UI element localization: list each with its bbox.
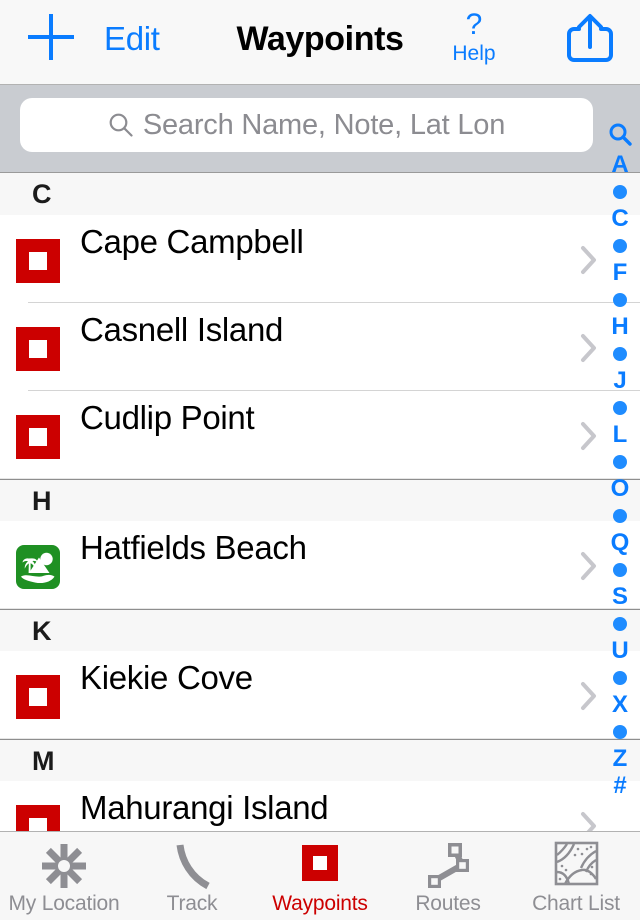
index-dot[interactable] xyxy=(603,232,637,259)
tab-chart-list[interactable]: Chart List xyxy=(512,832,640,920)
asterisk-location-icon xyxy=(39,841,89,891)
search-icon xyxy=(609,123,632,146)
list-item[interactable]: Kiekie Cove xyxy=(0,651,640,739)
chevron-right-icon xyxy=(581,682,596,710)
index-letter-x[interactable]: X xyxy=(603,691,637,718)
red-square-waypoint-icon xyxy=(295,841,345,891)
section-header-label: K xyxy=(32,616,52,646)
tab-label: Track xyxy=(166,892,218,915)
list-item-label: Kiekie Cove xyxy=(80,659,253,696)
index-search-icon[interactable] xyxy=(603,119,637,149)
index-letter-c[interactable]: C xyxy=(603,205,637,232)
search-icon xyxy=(109,113,133,137)
island-glyph-icon xyxy=(21,552,55,584)
tab-waypoints[interactable]: Waypoints xyxy=(256,832,384,920)
search-bar: Search Name, Note, Lat Lon xyxy=(0,85,640,173)
chevron-right-icon xyxy=(581,246,596,274)
index-letter-h[interactable]: H xyxy=(603,313,637,340)
section-header-h: H xyxy=(0,479,640,521)
index-dot[interactable] xyxy=(603,664,637,691)
section-header-m: M xyxy=(0,739,640,781)
section-index-bar[interactable]: A C F H J L O Q S U X Z # xyxy=(600,85,640,831)
red-square-waypoint-icon xyxy=(16,415,60,459)
waypoints-screen: Edit Waypoints ? Help Search Name, Note,… xyxy=(0,0,640,920)
tab-label: My Location xyxy=(8,892,120,915)
tab-label: Waypoints xyxy=(272,892,368,915)
route-nodes-icon xyxy=(423,841,473,891)
red-square-waypoint-icon xyxy=(16,805,60,831)
chevron-right-icon xyxy=(581,552,596,580)
index-dot[interactable] xyxy=(603,502,637,529)
track-curve-icon xyxy=(167,841,217,891)
chevron-right-icon xyxy=(581,422,596,450)
share-icon xyxy=(567,14,613,62)
index-letter-f[interactable]: F xyxy=(603,259,637,286)
section-header-label: H xyxy=(32,486,52,516)
list-item-label: Cudlip Point xyxy=(80,399,255,436)
index-dot[interactable] xyxy=(603,178,637,205)
share-button[interactable] xyxy=(566,12,614,64)
index-symbol-hash[interactable]: # xyxy=(603,772,637,799)
index-dot[interactable] xyxy=(603,610,637,637)
tab-track[interactable]: Track xyxy=(128,832,256,920)
green-island-waypoint-icon xyxy=(16,545,60,589)
index-letter-u[interactable]: U xyxy=(603,637,637,664)
tab-label: Routes xyxy=(415,892,481,915)
search-placeholder-text: Search Name, Note, Lat Lon xyxy=(142,108,506,141)
index-letter-l[interactable]: L xyxy=(603,421,637,448)
index-dot[interactable] xyxy=(603,340,637,367)
waypoints-list[interactable]: C Cape Campbell Casnell Island Cudlip Po… xyxy=(0,173,640,831)
list-item-label: Casnell Island xyxy=(80,311,284,348)
search-input[interactable]: Search Name, Note, Lat Lon xyxy=(20,98,593,152)
index-letter-j[interactable]: J xyxy=(603,367,637,394)
section-header-k: K xyxy=(0,609,640,651)
chart-map-icon xyxy=(551,841,601,891)
section-header-label: C xyxy=(32,179,52,209)
list-item[interactable]: Cape Campbell xyxy=(0,215,640,303)
list-item[interactable]: Cudlip Point xyxy=(0,391,640,479)
tab-routes[interactable]: Routes xyxy=(384,832,512,920)
index-letter-o[interactable]: O xyxy=(603,475,637,502)
chevron-right-icon xyxy=(581,334,596,362)
tab-bar: My Location Track Waypoints Routes Chart… xyxy=(0,831,640,920)
list-item[interactable]: Mahurangi Island xyxy=(0,781,640,831)
list-item-label: Cape Campbell xyxy=(80,223,304,260)
index-letter-s[interactable]: S xyxy=(603,583,637,610)
question-mark-icon: ? xyxy=(465,8,483,41)
index-dot[interactable] xyxy=(603,448,637,475)
section-header-c: C xyxy=(0,173,640,215)
tab-label: Chart List xyxy=(532,892,620,915)
list-item-label: Mahurangi Island xyxy=(80,789,329,826)
help-button[interactable]: ? Help xyxy=(448,10,500,66)
tab-my-location[interactable]: My Location xyxy=(0,832,128,920)
section-header-label: M xyxy=(32,746,55,776)
red-square-waypoint-icon xyxy=(16,327,60,371)
index-letter-a[interactable]: A xyxy=(603,151,637,178)
index-dot[interactable] xyxy=(603,286,637,313)
index-dot[interactable] xyxy=(603,556,637,583)
list-item[interactable]: Hatfields Beach xyxy=(0,521,640,609)
navigation-bar: Edit Waypoints ? Help xyxy=(0,0,640,85)
index-dot[interactable] xyxy=(603,394,637,421)
index-dot[interactable] xyxy=(603,718,637,745)
red-square-waypoint-icon xyxy=(16,239,60,283)
list-item-label: Hatfields Beach xyxy=(80,529,307,566)
help-label: Help xyxy=(452,42,496,65)
index-letter-z[interactable]: Z xyxy=(603,745,637,772)
list-item[interactable]: Casnell Island xyxy=(0,303,640,391)
page-title: Waypoints xyxy=(236,20,404,58)
chevron-right-icon xyxy=(581,812,596,831)
red-square-waypoint-icon xyxy=(16,675,60,719)
index-letter-q[interactable]: Q xyxy=(603,529,637,556)
